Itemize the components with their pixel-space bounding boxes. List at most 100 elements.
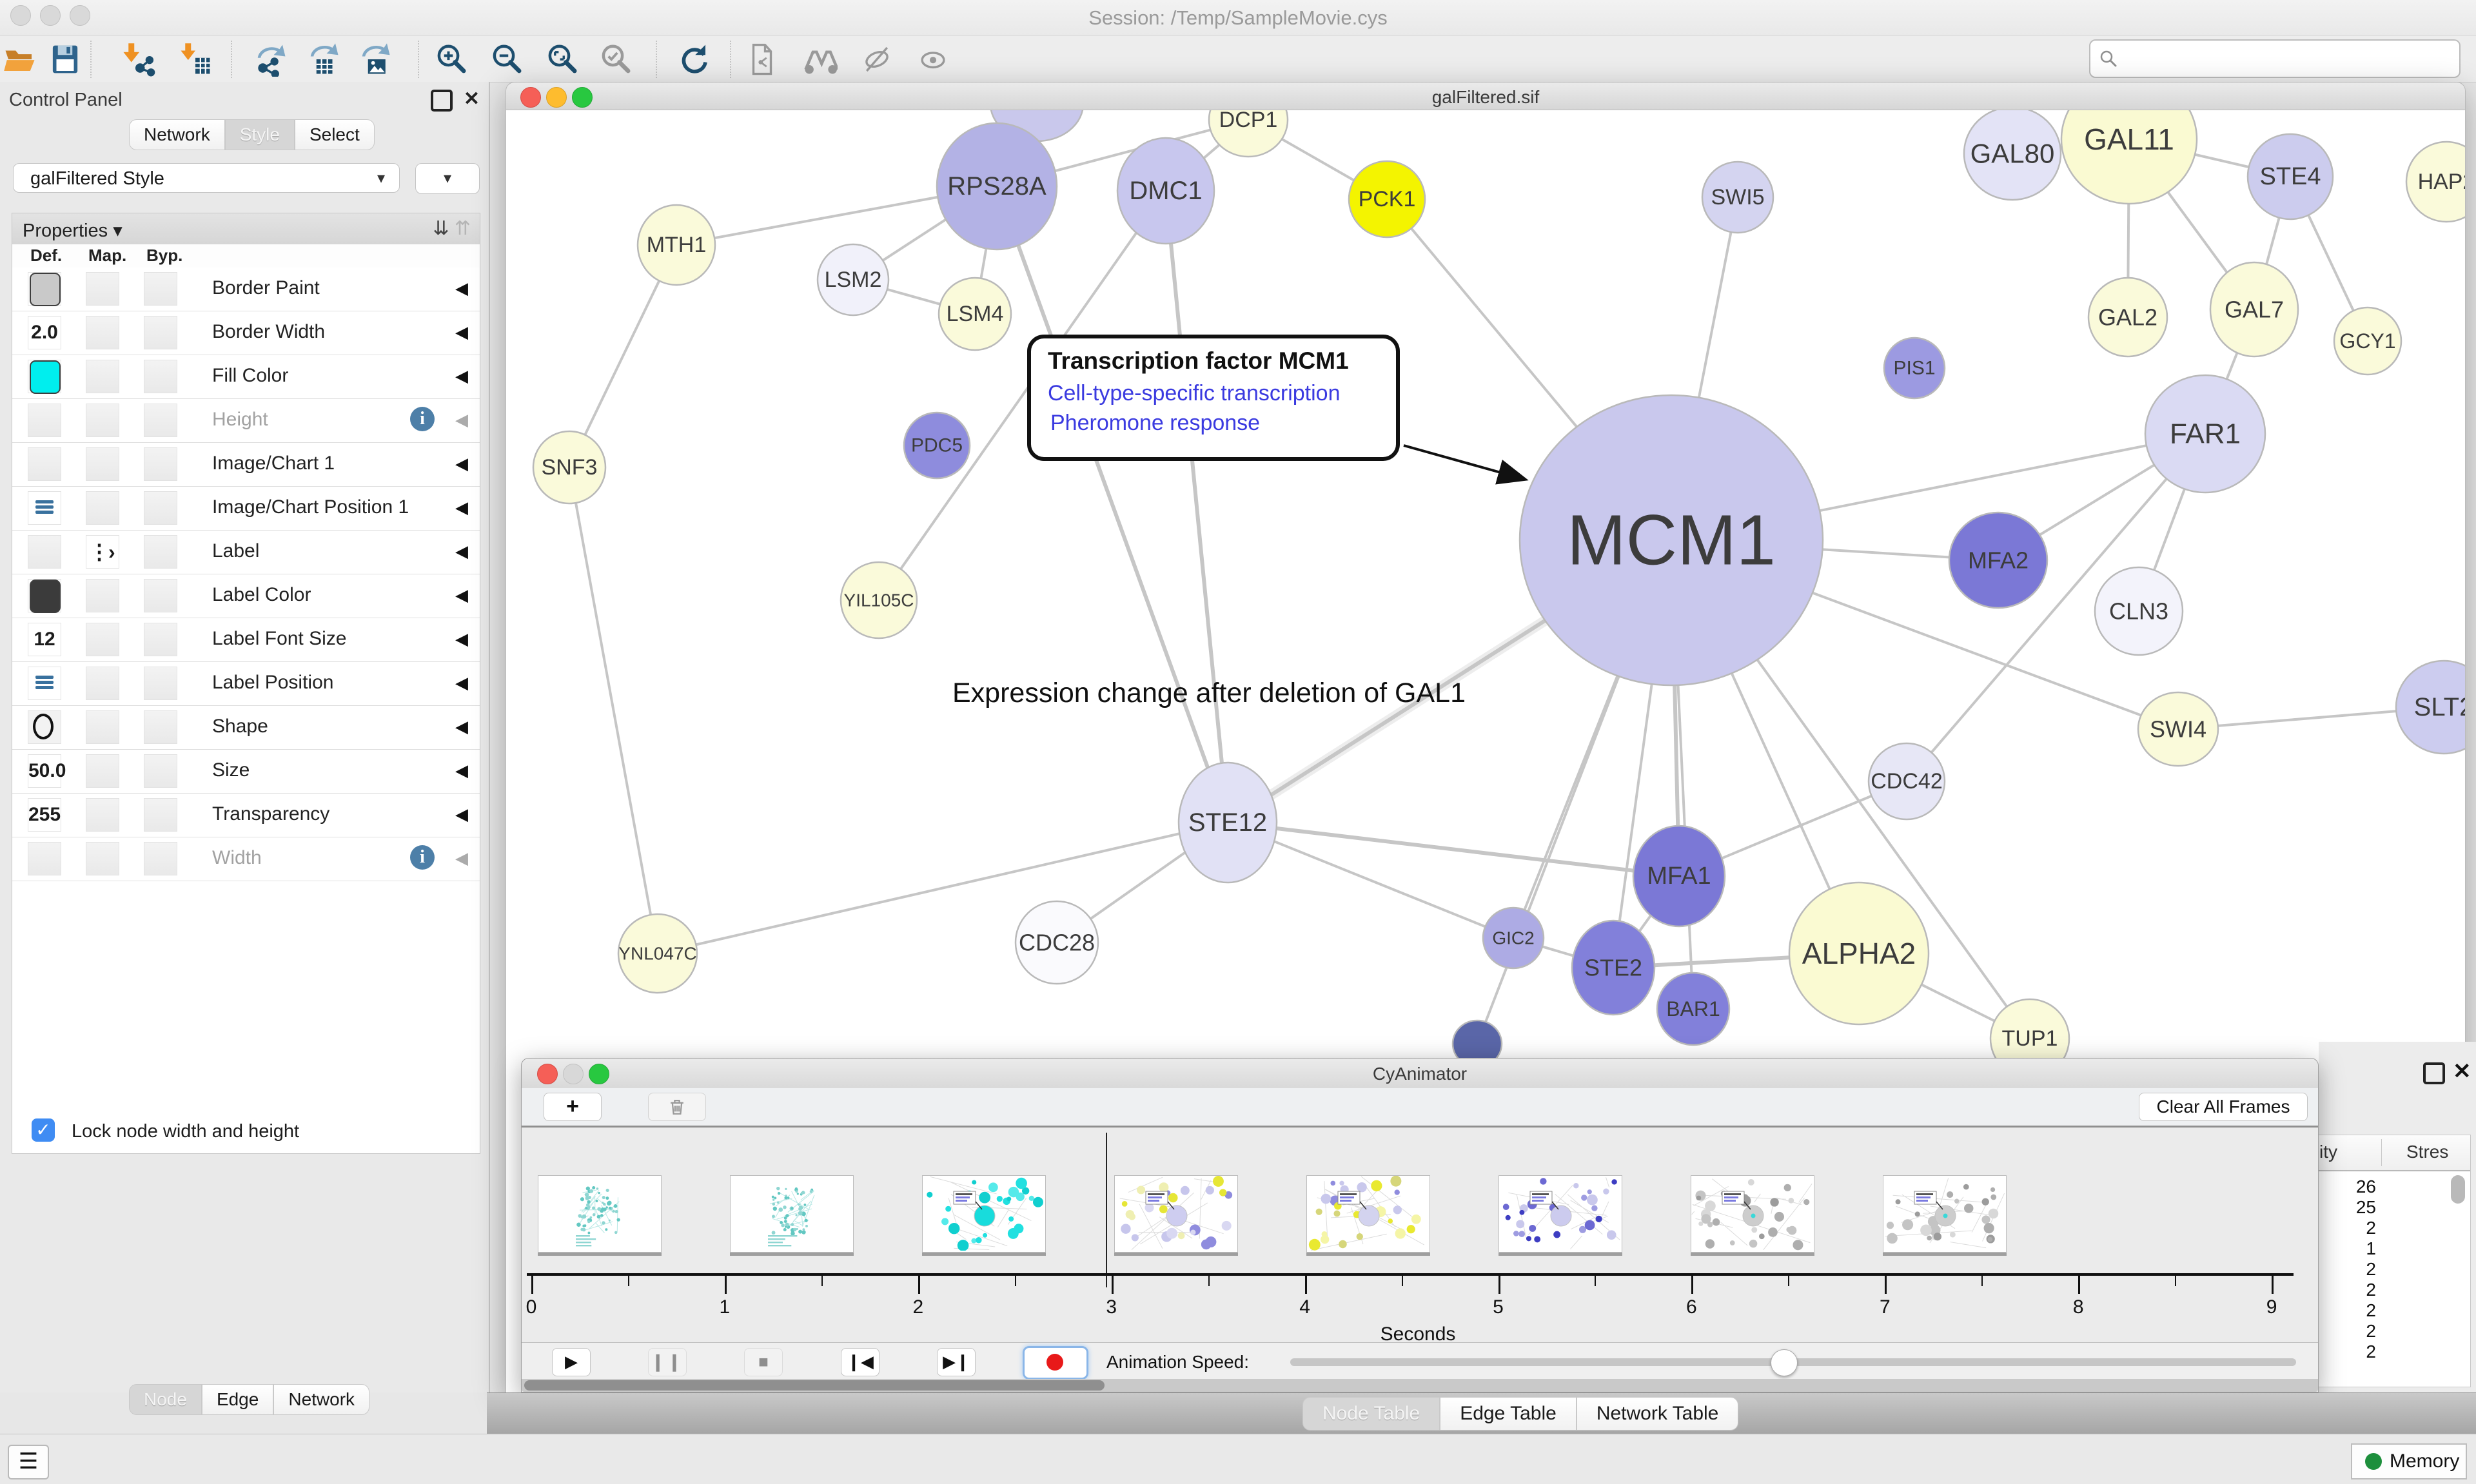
style-options-button[interactable]: ▾ (415, 163, 480, 194)
zoom-selected-icon[interactable] (598, 42, 633, 77)
float-panel-icon[interactable] (431, 90, 453, 112)
expand-row-icon[interactable]: ◀ (455, 805, 468, 825)
default-cell[interactable] (28, 404, 61, 437)
stop-button[interactable]: ■ (744, 1348, 783, 1376)
show-all-icon[interactable] (916, 42, 950, 77)
default-cell[interactable] (28, 360, 61, 393)
mapping-cell[interactable] (86, 842, 119, 875)
node-cln3[interactable]: CLN3 (2095, 567, 2183, 655)
play-button[interactable]: ▶ (552, 1348, 591, 1376)
task-history-button[interactable]: ☰ (8, 1445, 49, 1479)
node-gal11[interactable]: GAL11 (2061, 110, 2197, 204)
export-network-icon[interactable] (253, 42, 288, 77)
node-dmc1[interactable]: DMC1 (1117, 138, 1214, 244)
delete-frame-button[interactable] (648, 1093, 706, 1121)
node-mfa2[interactable]: MFA2 (1949, 513, 2047, 608)
expand-row-icon[interactable]: ◀ (455, 454, 468, 474)
property-row-width[interactable]: Widthi◀ (12, 837, 480, 881)
bypass-cell[interactable] (144, 447, 177, 481)
node-yil105c[interactable]: YIL105C (841, 562, 917, 638)
bypass-cell[interactable] (144, 667, 177, 700)
property-row-fill-color[interactable]: Fill Color◀ (12, 355, 480, 399)
bypass-cell[interactable] (144, 535, 177, 569)
info-icon[interactable]: i (410, 845, 435, 870)
property-row-transparency[interactable]: 255Transparency◀ (12, 794, 480, 837)
mapping-cell[interactable] (86, 623, 119, 656)
expand-row-icon[interactable]: ◀ (455, 278, 468, 298)
tab-node-table[interactable]: Node Table (1302, 1397, 1440, 1430)
node-swi5[interactable]: SWI5 (1702, 162, 1773, 233)
close-panel-icon[interactable]: ✕ (464, 90, 480, 109)
bypass-cell[interactable] (144, 404, 177, 437)
bypass-cell[interactable] (144, 798, 177, 832)
node-slt2[interactable]: SLT2 (2396, 661, 2466, 754)
hscrollbar-thumb[interactable] (524, 1380, 1105, 1391)
property-row-image-chart-1[interactable]: Image/Chart 1◀ (12, 443, 480, 487)
frame-thumbnail-1[interactable] (730, 1175, 854, 1253)
export-image-icon[interactable] (358, 42, 393, 77)
frame-thumbnail-7[interactable] (1883, 1175, 2007, 1253)
annotation-icon[interactable] (745, 42, 780, 77)
bypass-cell[interactable] (144, 272, 177, 306)
close-panel-icon[interactable]: ✕ (2453, 1059, 2471, 1084)
expand-row-icon[interactable]: ◀ (455, 585, 468, 605)
property-row-label[interactable]: ⋮›Label◀ (12, 531, 480, 574)
expand-row-icon[interactable]: ◀ (455, 761, 468, 781)
property-row-label-font-size[interactable]: 12Label Font Size◀ (12, 618, 480, 662)
pause-button[interactable]: ❙❙ (648, 1348, 687, 1376)
mapping-cell[interactable]: ⋮› (86, 535, 119, 569)
skip-to-start-button[interactable]: ❙◀ (841, 1348, 879, 1376)
node-alpha2[interactable]: ALPHA2 (1789, 883, 1929, 1024)
save-session-icon[interactable] (48, 42, 83, 77)
expand-row-icon[interactable]: ◀ (455, 629, 468, 649)
node-ste12[interactable]: STE12 (1179, 763, 1277, 883)
node-dcp1[interactable]: DCP1 (1209, 110, 1288, 157)
node-gal80[interactable]: GAL80 (1964, 110, 2061, 200)
frame-thumbnail-5[interactable] (1498, 1175, 1622, 1253)
cyanimator-titlebar[interactable]: CyAnimator (522, 1059, 2318, 1089)
node-pck1[interactable]: PCK1 (1349, 161, 1425, 237)
bypass-cell[interactable] (144, 623, 177, 656)
mapping-cell[interactable] (86, 360, 119, 393)
import-table-icon[interactable] (178, 42, 213, 77)
network-window-titlebar[interactable]: galFiltered.sif (506, 82, 2466, 110)
tab-network[interactable]: Network (129, 119, 225, 150)
tab-select[interactable]: Select (295, 119, 375, 150)
node-mcm1[interactable]: MCM1 (1520, 395, 1823, 685)
tab-edge-table[interactable]: Edge Table (1440, 1397, 1577, 1430)
node-cdc42[interactable]: CDC42 (1869, 743, 1945, 819)
property-row-border-width[interactable]: 2.0Border Width◀ (12, 311, 480, 355)
frame-thumbnail-2[interactable] (922, 1175, 1046, 1253)
import-network-icon[interactable] (121, 42, 156, 77)
property-row-label-color[interactable]: Label Color◀ (12, 574, 480, 618)
timeline-playhead[interactable] (1106, 1133, 1107, 1287)
bypass-cell[interactable] (144, 360, 177, 393)
mapping-cell[interactable] (86, 272, 119, 306)
lock-checkbox[interactable]: ✓ (32, 1118, 55, 1142)
tab-network-table[interactable]: Network Table (1577, 1397, 1739, 1430)
zoom-in-icon[interactable] (434, 42, 469, 77)
property-row-size[interactable]: 50.0Size◀ (12, 750, 480, 794)
node-gal7[interactable]: GAL7 (2210, 262, 2298, 356)
frame-thumbnail-0[interactable] (538, 1175, 662, 1253)
zoom-out-icon[interactable] (489, 42, 524, 77)
mapping-cell[interactable] (86, 798, 119, 832)
expand-collapse-icons[interactable]: ⇊ ⇈ (433, 217, 471, 240)
info-icon[interactable]: i (410, 407, 435, 431)
default-cell[interactable]: 255 (28, 798, 61, 832)
open-session-icon[interactable] (3, 42, 37, 77)
hide-selected-icon[interactable] (860, 42, 894, 77)
property-row-image-chart-position-1[interactable]: Image/Chart Position 1◀ (12, 487, 480, 531)
node-rps28a[interactable]: RPS28A (937, 123, 1057, 249)
search-input[interactable] (2089, 39, 2461, 78)
default-cell[interactable]: 12 (28, 623, 61, 656)
clear-all-frames-button[interactable]: Clear All Frames (2139, 1093, 2308, 1121)
style-selector[interactable]: galFiltered Style ▾ (13, 163, 400, 193)
node-cdc28[interactable]: CDC28 (1016, 901, 1098, 984)
mapping-cell[interactable] (86, 447, 119, 481)
annotation-link-2[interactable]: Pheromone response (1050, 411, 1260, 436)
property-row-border-paint[interactable]: Border Paint◀ (12, 268, 480, 311)
timeline-hscrollbar[interactable] (522, 1379, 2318, 1392)
column-header-stress[interactable]: Stres (2406, 1142, 2448, 1162)
expand-row-icon[interactable]: ◀ (455, 366, 468, 386)
